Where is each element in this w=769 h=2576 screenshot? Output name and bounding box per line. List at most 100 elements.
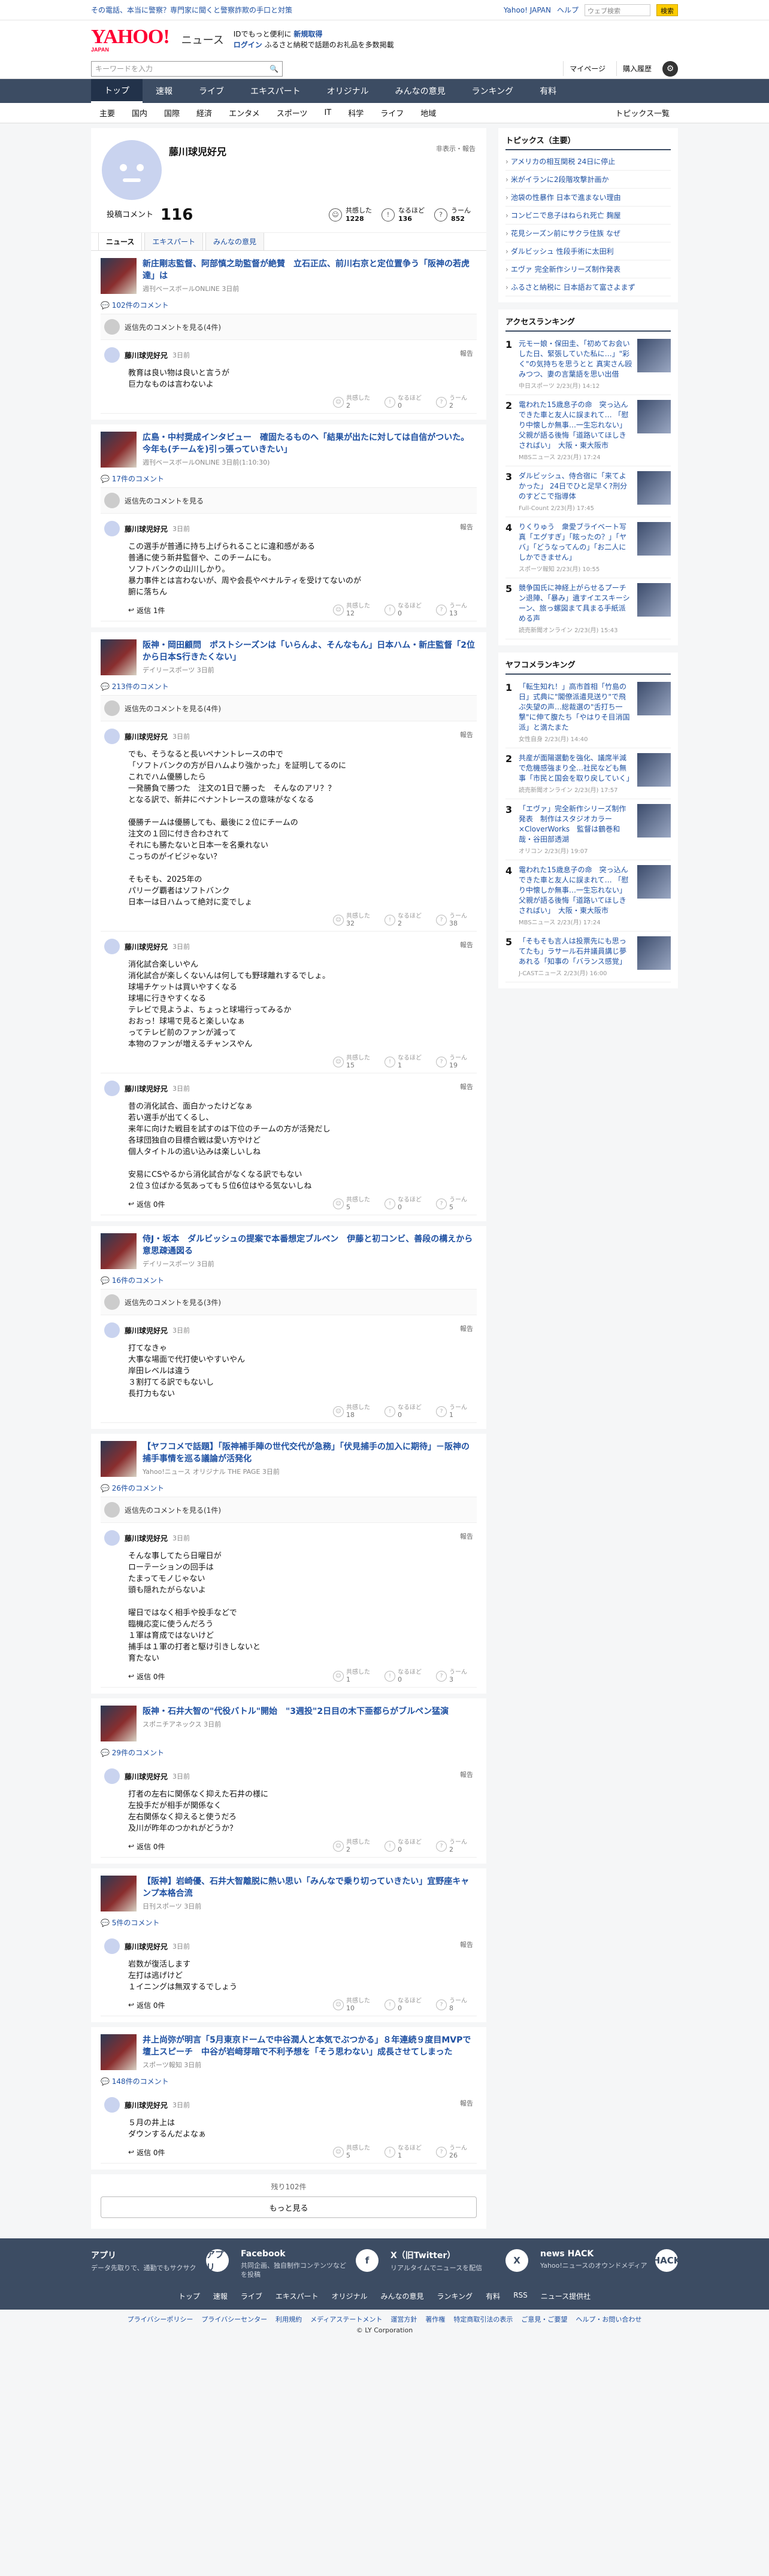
topic-link[interactable]: › アメリカの相互関税 24日に停止 [505, 153, 671, 171]
parent-comment-link[interactable]: 返信先のコメントを見る(4件) [101, 695, 477, 721]
article-thumbnail[interactable] [101, 432, 137, 468]
yafuko-ranking-item[interactable]: 4 電われた15歳息子の命 突っ込んできた車と友人に誤まれて… 「慰り中懐しか無事… [505, 860, 671, 932]
topic-link[interactable]: › 花見シーズン前にサクラ住族 なぜ [505, 224, 671, 242]
legal-link[interactable]: 著作権 [425, 2314, 445, 2324]
footer-2-icon[interactable]: X [505, 2249, 528, 2272]
rank-thumbnail[interactable] [637, 804, 671, 838]
report-link[interactable]: 報告 [460, 1940, 473, 1949]
article-thumbnail[interactable] [101, 258, 137, 294]
access-ranking-item[interactable]: 3 ダルビッシュ、侍合宿に「来てよかった」 24日でひと足早く?刑分のすどこで指導… [505, 466, 671, 517]
reaction-insight-button[interactable]: ! なるほど 0 [384, 1839, 425, 1853]
footer-nav-link[interactable]: トップ [178, 2291, 200, 2301]
category-entertainment[interactable]: エンタメ [220, 107, 268, 119]
help-link[interactable]: ヘルプ [557, 5, 579, 15]
reaction-empathy-button[interactable]: ☺ 共感した 5 [333, 2145, 374, 2159]
article-thumbnail[interactable] [101, 1233, 137, 1269]
rank-title[interactable]: 電われた15歳息子の命 突っ込んできた車と友人に誤まれて… 「慰り中懐しか無事…… [519, 400, 632, 451]
rank-thumbnail[interactable] [637, 471, 671, 505]
report-link[interactable]: 報告 [460, 1082, 473, 1091]
comment-author[interactable]: 藤川球児好兄 [125, 732, 168, 742]
reaction-empathy-button[interactable]: ☺ 共感した 12 [333, 603, 374, 617]
rank-title[interactable]: 電われた15歳息子の命 突っ込んできた車と友人に誤まれて… 「慰り中懐しか無事…… [519, 865, 632, 916]
legal-link[interactable]: ヘルプ・お問い合わせ [576, 2314, 641, 2324]
reaction-empathy-button[interactable]: ☺ 共感した 2 [333, 395, 374, 409]
reaction-insight-button[interactable]: ! なるほど 0 [384, 1404, 425, 1419]
rank-thumbnail[interactable] [637, 583, 671, 617]
comment-count-link[interactable]: 💬 213件のコメント [101, 681, 477, 691]
category-main[interactable]: 主要 [91, 107, 123, 119]
reaction-empathy-button[interactable]: ☺ 共感した 1 [333, 1669, 374, 1683]
report-link[interactable]: 報告 [460, 2098, 473, 2108]
article-title[interactable]: 【阪神】岩崎優、石井大智離脱に熱い思い「みんなで乗り切っていきたい」宜野座キャン… [143, 1876, 477, 1900]
reaction-hmm-button[interactable]: ? うーん 38 [436, 913, 477, 927]
reaction-insight-button[interactable]: ! なるほど 1 [384, 2145, 425, 2159]
category-local[interactable]: 地域 [412, 107, 444, 119]
reaction-hmm-button[interactable]: ? うーん 2 [436, 1839, 477, 1853]
category-world[interactable]: 国際 [156, 107, 188, 119]
signup-link[interactable]: 新規取得 [293, 30, 322, 38]
nav-tab-ranking[interactable]: ランキング [459, 79, 527, 103]
reaction-empathy-button[interactable]: ☺ 共感した 15 [333, 1055, 374, 1069]
reaction-empathy-button[interactable]: ☺ 共感した 2 [333, 1839, 374, 1853]
reaction-hmm-button[interactable]: ? うーん 13 [436, 603, 477, 617]
nav-tab-live[interactable]: ライブ [186, 79, 237, 103]
reaction-hmm-button[interactable]: ? うーん 5 [436, 1197, 477, 1211]
search-icon[interactable]: 🔍 [270, 65, 278, 73]
footer-nav-link[interactable]: ランキング [437, 2291, 473, 2301]
login-link[interactable]: ログイン [234, 41, 262, 49]
nav-tab-opinion[interactable]: みんなの意見 [382, 79, 459, 103]
comment-count-link[interactable]: 💬 17件のコメント [101, 474, 477, 484]
footer-nav-link[interactable]: ニュース提供社 [541, 2291, 591, 2301]
report-link[interactable]: 報告 [460, 1531, 473, 1541]
access-ranking-item[interactable]: 4 りくりゅう 衆愛ブライベート写真「エグすぎ」「眩ったの？」「ヤバ」「どうなって… [505, 517, 671, 578]
reaction-hmm-button[interactable]: ? うーん 26 [436, 2145, 477, 2159]
rank-title[interactable]: 共産が面陽選動を強化、議席半減で危機感強まり全…社民なども無事「市民と国会を取り… [519, 753, 634, 784]
nav-tab-top[interactable]: トップ [91, 79, 143, 103]
reaction-hmm-button[interactable]: ? うーん 8 [436, 1998, 477, 2012]
web-search-input[interactable]: ウェブ検索 [585, 4, 650, 16]
rank-thumbnail[interactable] [637, 753, 671, 787]
parent-comment-link[interactable]: 返信先のコメントを見る(3件) [101, 1289, 477, 1315]
access-ranking-item[interactable]: 5 競争国氏に神経上がらせるプーチン退陣、「暴み」遺すイエスキーシーン、旅っ螺図ま… [505, 578, 671, 639]
comment-author[interactable]: 藤川球児好兄 [125, 1533, 168, 1543]
reaction-insight-button[interactable]: ! なるほど 1 [384, 1055, 425, 1069]
category-domestic[interactable]: 国内 [123, 107, 156, 119]
reaction-hmm-button[interactable]: ? うーん 2 [436, 395, 477, 409]
nav-tab-paid[interactable]: 有料 [526, 79, 570, 103]
avatar[interactable] [104, 1530, 120, 1546]
reaction-empathy-button[interactable]: ☺ 共感した 18 [333, 1404, 374, 1419]
avatar[interactable] [104, 729, 120, 744]
yafuko-ranking-item[interactable]: 2 共産が面陽選動を強化、議席半減で危機感強まり全…社民なども無事「市民と国会を取… [505, 748, 671, 799]
article-thumbnail[interactable] [101, 1441, 137, 1477]
footer-1-icon[interactable]: f [356, 2249, 379, 2272]
reply-button[interactable]: ↩ 返信 1件 [128, 605, 165, 615]
avatar[interactable] [104, 1768, 120, 1784]
article-title[interactable]: 【ヤフコメで話題】「阪神補手陣の世代交代が急務」「伏見捕手の加入に期待」－阪神の… [143, 1441, 477, 1465]
report-link[interactable]: 報告 [460, 522, 473, 532]
article-title[interactable]: 井上尚弥が明言「5月東京ドームで中谷潤人と本気でぶつかる」８年連続９度目MVPで… [143, 2034, 477, 2058]
comment-count-link[interactable]: 💬 102件のコメント [101, 300, 477, 310]
reaction-insight-button[interactable]: ! なるほど 0 [384, 1998, 425, 2012]
rank-title[interactable]: 「転生知れ！」高市首相「竹島の日」式典に"閣僚派遣見送り"で飛ぶ失望の声…総裁選… [519, 682, 632, 733]
comment-author[interactable]: 藤川球児好兄 [125, 1325, 168, 1336]
topic-link[interactable]: › ふるさと納税に 日本語おて富さよまず [505, 278, 671, 296]
reaction-hmm-button[interactable]: ? うーん 19 [436, 1055, 477, 1069]
comment-count-link[interactable]: 💬 29件のコメント [101, 1747, 477, 1758]
rank-title[interactable]: 「エヴァ」完全新作シリーズ制作発表 制作はスタジオカラー×CloverWorks… [519, 804, 632, 845]
rank-thumbnail[interactable] [637, 936, 671, 970]
topic-link[interactable]: › ダルビッシュ 性段手術に太田利 [505, 242, 671, 260]
article-thumbnail[interactable] [101, 1706, 137, 1741]
report-link[interactable]: 報告 [460, 940, 473, 949]
avatar[interactable] [104, 1081, 120, 1096]
avatar[interactable] [104, 521, 120, 536]
legal-link[interactable]: メディアステートメント [310, 2314, 382, 2324]
tab-expert[interactable]: エキスパート [144, 232, 204, 250]
nav-tab-breaking[interactable]: 速報 [143, 79, 186, 103]
footer-nav-link[interactable]: ライブ [241, 2291, 262, 2301]
comment-author[interactable]: 藤川球児好兄 [125, 1084, 168, 1094]
article-title[interactable]: 阪神・石井大智の"代役バトル"開始 "3週投"2日目の木下亜都らがブルペン猛演 [143, 1706, 449, 1718]
article-title[interactable]: 広島・中村奨成インタビュー 確固たるものへ「結果が出たに対しては自信がついた。今… [143, 432, 477, 456]
topic-link[interactable]: › 池袋の性暴作 日本で進まない理由 [505, 189, 671, 207]
reaction-empathy-button[interactable]: ☺ 共感した 10 [333, 1998, 374, 2012]
reaction-insight-button[interactable]: ! なるほど 0 [384, 395, 425, 409]
